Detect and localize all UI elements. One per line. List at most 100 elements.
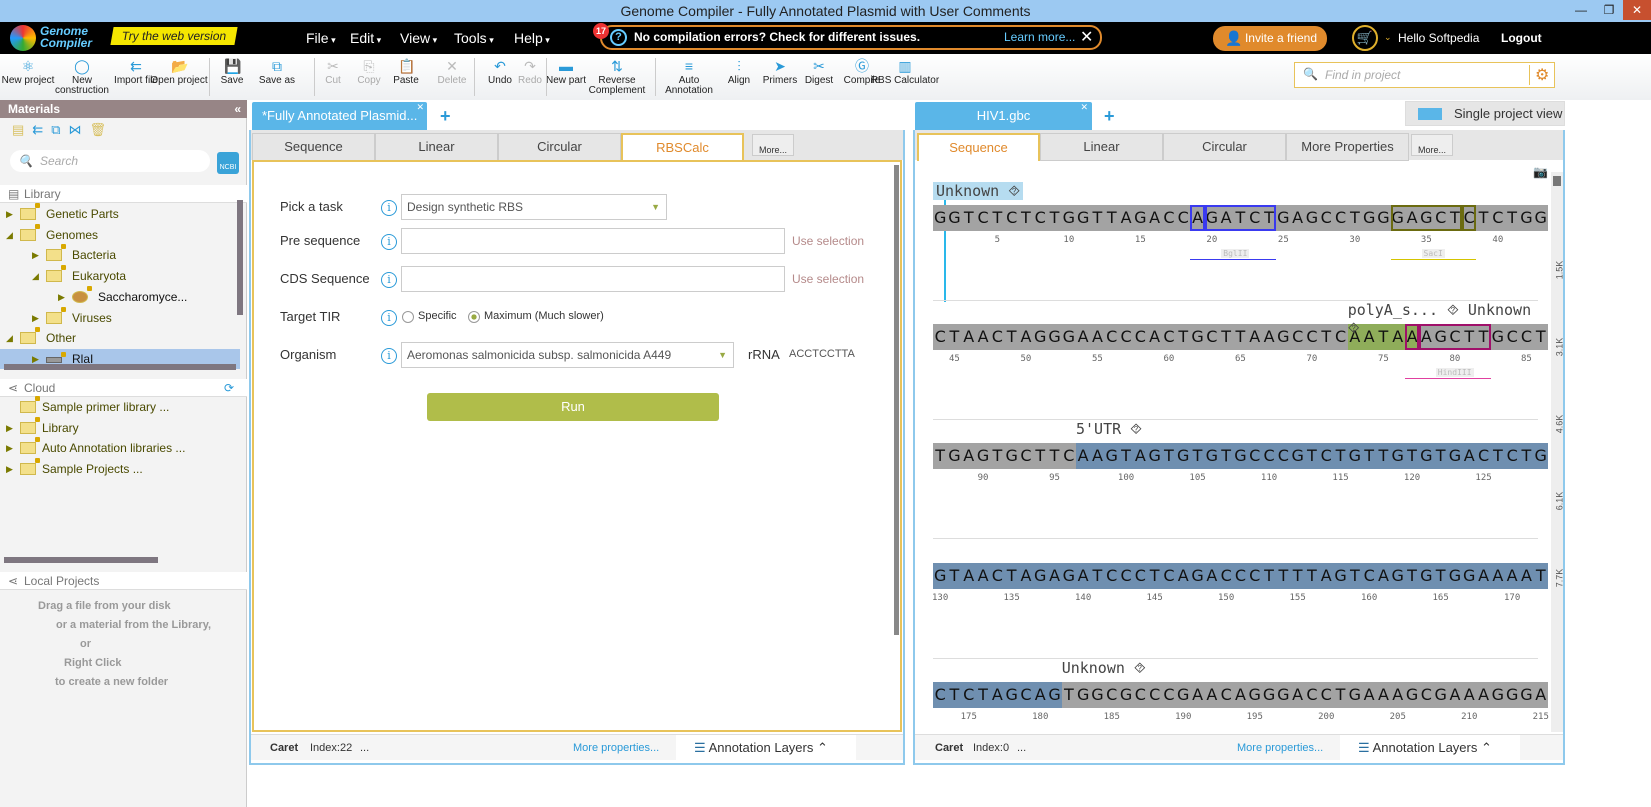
library-item[interactable]: ▶ Genetic Parts bbox=[0, 203, 240, 224]
base[interactable]: C bbox=[1219, 682, 1233, 708]
base[interactable]: G bbox=[947, 443, 961, 469]
base[interactable]: G bbox=[1305, 205, 1319, 231]
single-project-view-button[interactable]: Single project view bbox=[1405, 101, 1565, 126]
base[interactable]: A bbox=[990, 682, 1004, 708]
base[interactable]: T bbox=[1047, 443, 1061, 469]
base[interactable]: T bbox=[1090, 205, 1104, 231]
base[interactable]: G bbox=[933, 563, 947, 589]
base[interactable]: A bbox=[962, 324, 976, 350]
base[interactable]: A bbox=[976, 563, 990, 589]
base[interactable]: A bbox=[1291, 682, 1305, 708]
base[interactable]: G bbox=[1062, 205, 1076, 231]
base[interactable]: G bbox=[933, 205, 947, 231]
cloud-item[interactable]: ▶ Auto Annotation libraries ... bbox=[0, 437, 240, 458]
doc-tab-hiv1[interactable]: HIV1.gbc ✕ bbox=[915, 102, 1092, 130]
base[interactable]: A bbox=[1233, 682, 1247, 708]
camera-icon[interactable]: 📷 bbox=[1533, 165, 1548, 179]
more-properties-link[interactable]: More properties... bbox=[573, 735, 659, 761]
base[interactable]: C bbox=[933, 324, 947, 350]
tab-circular[interactable]: Circular bbox=[498, 133, 621, 161]
base[interactable]: C bbox=[1233, 563, 1247, 589]
enzyme-cut-line[interactable] bbox=[1390, 259, 1477, 265]
sequence-row[interactable]: CTAACTAGGGAACCCACTGCTTAAGCCTCAATAAAGCTTG… bbox=[933, 301, 1548, 379]
base[interactable]: C bbox=[1319, 443, 1333, 469]
base[interactable]: A bbox=[1505, 563, 1519, 589]
expand-icon[interactable]: ▶ bbox=[6, 418, 13, 438]
user-greeting[interactable]: Hello Softpedia bbox=[1398, 31, 1479, 45]
use-selection-link[interactable]: Use selection bbox=[792, 272, 864, 286]
base[interactable]: G bbox=[1276, 205, 1290, 231]
expand-icon[interactable]: ▶ bbox=[32, 308, 39, 328]
base[interactable]: G bbox=[1462, 563, 1476, 589]
base[interactable]: A bbox=[1019, 563, 1033, 589]
base[interactable]: T bbox=[1319, 324, 1333, 350]
vertical-scrollbar[interactable] bbox=[237, 200, 243, 315]
base[interactable]: G bbox=[1376, 205, 1390, 231]
base[interactable]: T bbox=[1005, 324, 1019, 350]
base[interactable]: G bbox=[1090, 682, 1104, 708]
base[interactable]: T bbox=[1148, 563, 1162, 589]
base[interactable]: C bbox=[990, 563, 1004, 589]
base[interactable]: T bbox=[1047, 205, 1061, 231]
tab-sequence[interactable]: Sequence bbox=[252, 133, 375, 161]
base[interactable]: G bbox=[1047, 324, 1061, 350]
add-tab-button[interactable]: + bbox=[440, 106, 451, 127]
base[interactable]: G bbox=[1005, 443, 1019, 469]
info-icon[interactable]: i bbox=[381, 348, 397, 364]
info-icon[interactable]: i bbox=[381, 200, 397, 216]
base[interactable]: T bbox=[1005, 563, 1019, 589]
sync-icon[interactable]: ⟳ bbox=[224, 379, 234, 397]
base[interactable]: T bbox=[1376, 443, 1390, 469]
base[interactable]: C bbox=[1062, 443, 1076, 469]
base[interactable]: G bbox=[1233, 443, 1247, 469]
base[interactable]: A bbox=[976, 324, 990, 350]
base[interactable]: A bbox=[1176, 563, 1190, 589]
base[interactable]: A bbox=[1076, 443, 1090, 469]
base[interactable]: C bbox=[1248, 563, 1262, 589]
use-selection-link[interactable]: Use selection bbox=[792, 234, 864, 248]
base[interactable]: A bbox=[1462, 682, 1476, 708]
library-item[interactable]: ◢ Genomes bbox=[0, 223, 240, 245]
radio-maximum-label[interactable]: Maximum (Much slower) bbox=[484, 310, 604, 322]
base[interactable]: C bbox=[1219, 563, 1233, 589]
base[interactable]: C bbox=[1162, 563, 1176, 589]
base[interactable]: G bbox=[947, 205, 961, 231]
new-folder-icon[interactable]: ▤ bbox=[12, 122, 32, 137]
base[interactable]: C bbox=[1362, 563, 1376, 589]
restriction-site-box[interactable] bbox=[1190, 205, 1205, 231]
base[interactable]: G bbox=[1105, 443, 1119, 469]
base[interactable]: G bbox=[1176, 443, 1190, 469]
learn-more-link[interactable]: Learn more... bbox=[1004, 27, 1075, 48]
base[interactable]: T bbox=[1033, 443, 1047, 469]
base[interactable]: T bbox=[1305, 443, 1319, 469]
base[interactable]: A bbox=[1133, 443, 1147, 469]
sequence-row[interactable]: GTAACTAGAGATCCCTCAGACCCTTTTAGTCAGTGTGGAA… bbox=[932, 563, 1548, 603]
base[interactable]: A bbox=[1190, 682, 1204, 708]
base[interactable]: T bbox=[1405, 443, 1419, 469]
base[interactable]: G bbox=[1047, 682, 1061, 708]
base[interactable]: C bbox=[1019, 443, 1033, 469]
base[interactable]: A bbox=[962, 443, 976, 469]
base[interactable]: G bbox=[1076, 682, 1090, 708]
sequence-scrollbar[interactable] bbox=[1551, 172, 1563, 732]
base[interactable]: A bbox=[1462, 443, 1476, 469]
base[interactable]: G bbox=[1076, 205, 1090, 231]
collapse-icon[interactable]: « bbox=[234, 100, 241, 118]
base[interactable]: G bbox=[1205, 443, 1219, 469]
base[interactable]: C bbox=[1162, 324, 1176, 350]
base[interactable]: A bbox=[1047, 563, 1061, 589]
expand-icon[interactable]: ▶ bbox=[6, 204, 13, 224]
base[interactable]: T bbox=[1291, 563, 1305, 589]
footer-more[interactable]: ... bbox=[1017, 735, 1026, 761]
base[interactable]: T bbox=[1534, 563, 1548, 589]
base[interactable]: T bbox=[1219, 324, 1233, 350]
base[interactable]: A bbox=[962, 563, 976, 589]
close-icon[interactable]: ✕ bbox=[1080, 27, 1093, 48]
base[interactable]: G bbox=[1033, 563, 1047, 589]
library-item[interactable]: ◢ Eukaryota bbox=[0, 265, 240, 286]
base[interactable]: T bbox=[1019, 205, 1033, 231]
base[interactable]: C bbox=[1105, 563, 1119, 589]
base[interactable]: G bbox=[1148, 443, 1162, 469]
chevron-down-icon[interactable]: ⌄ bbox=[1384, 32, 1392, 43]
base[interactable]: T bbox=[1305, 563, 1319, 589]
